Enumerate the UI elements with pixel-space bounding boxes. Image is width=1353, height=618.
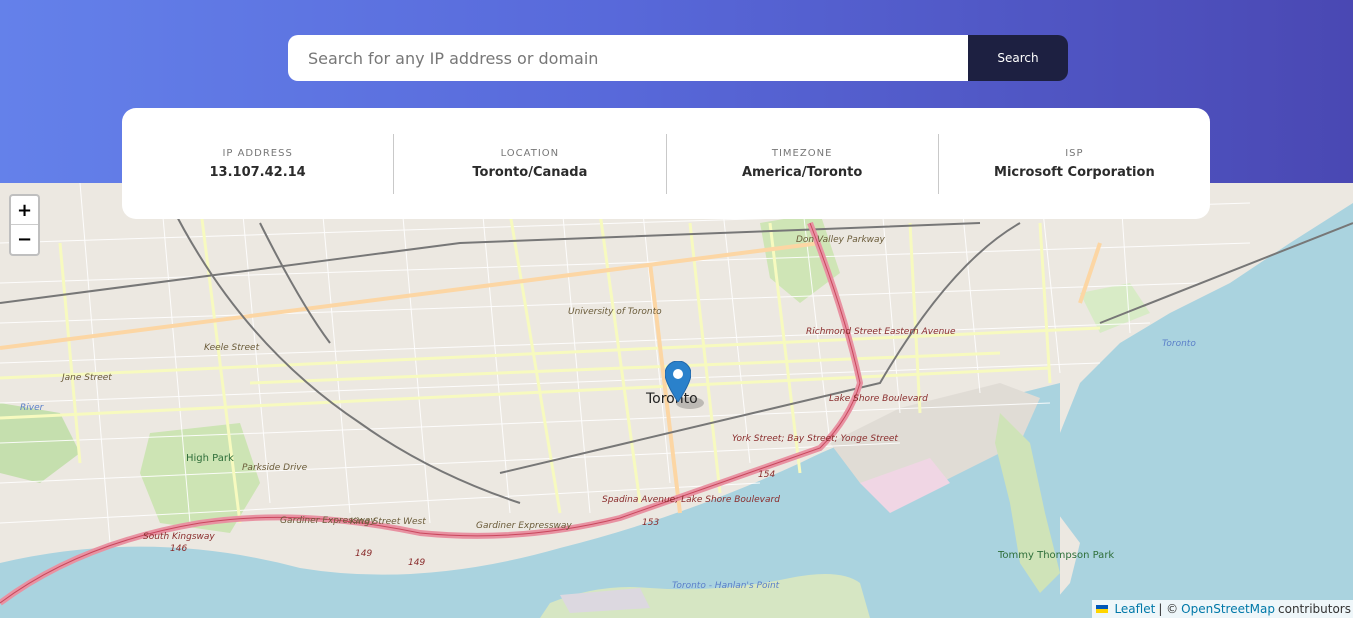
label-route-149-b: 149 xyxy=(408,558,426,568)
label-route-153: 153 xyxy=(642,518,660,528)
zoom-control: + − xyxy=(9,194,40,256)
label-lake-shore: Lake Shore Boulevard xyxy=(829,394,928,404)
isp-value: Microsoft Corporation xyxy=(994,164,1155,180)
ip-search-form: Search xyxy=(288,35,1068,81)
map-attribution: Leaflet | © OpenStreetMap contributors xyxy=(1092,600,1353,618)
timezone-label: TIMEZONE xyxy=(771,147,833,159)
label-river: River xyxy=(20,403,44,413)
ip-address-value: 13.107.42.14 xyxy=(209,164,306,180)
attribution-contributors: contributors xyxy=(1278,602,1351,616)
ip-info-card: IP ADDRESS 13.107.42.14 LOCATION Toronto… xyxy=(122,108,1210,219)
label-route-146: 146 xyxy=(170,544,188,554)
isp-label: ISP xyxy=(1065,147,1084,159)
label-high-park: High Park xyxy=(186,453,234,464)
label-richmond: Richmond Street Eastern Avenue xyxy=(806,327,956,337)
label-gardiner-expressway-2: Gardiner Expressway xyxy=(476,521,572,531)
location-value: Toronto/Canada xyxy=(472,164,588,180)
attribution-separator: | © xyxy=(1158,602,1179,616)
label-keele-street: Keele Street xyxy=(204,343,260,353)
label-king-street-west: King Street West xyxy=(350,517,426,527)
ip-address-label: IP ADDRESS xyxy=(222,147,293,159)
timezone-section: TIMEZONE America/Toronto xyxy=(667,133,939,194)
map-pin-icon[interactable] xyxy=(665,361,691,402)
zoom-out-button[interactable]: − xyxy=(11,225,38,254)
zoom-in-button[interactable]: + xyxy=(11,196,38,225)
timezone-value: America/Toronto xyxy=(741,164,863,180)
leaflet-link[interactable]: Leaflet xyxy=(1114,602,1155,616)
label-spadina: Spadina Avenue; Lake Shore Boulevard xyxy=(602,495,780,505)
search-button[interactable]: Search xyxy=(968,35,1068,81)
location-label: LOCATION xyxy=(500,147,560,159)
label-university: University of Toronto xyxy=(568,307,662,317)
label-don-valley-parkway: Don Valley Parkway xyxy=(796,235,885,245)
label-south-kingsway: South Kingsway xyxy=(143,532,215,542)
ukraine-flag-icon xyxy=(1096,605,1109,613)
label-jane-street: Jane Street xyxy=(62,373,112,383)
label-route-154: 154 xyxy=(758,470,776,480)
label-hanlans-point: Toronto - Hanlan's Point xyxy=(672,581,780,591)
label-route-149-a: 149 xyxy=(355,549,373,559)
ip-address-section: IP ADDRESS 13.107.42.14 xyxy=(122,133,395,194)
openstreetmap-link[interactable]: OpenStreetMap xyxy=(1181,602,1275,616)
label-toronto-water: Toronto xyxy=(1162,339,1196,349)
label-parkside-drive: Parkside Drive xyxy=(242,463,308,473)
location-section: LOCATION Toronto/Canada xyxy=(394,133,667,194)
label-tommy-thompson-park: Tommy Thompson Park xyxy=(998,550,1115,561)
search-input[interactable] xyxy=(288,35,968,81)
label-york-street: York Street; Bay Street; Yonge Street xyxy=(732,434,898,444)
isp-section: ISP Microsoft Corporation xyxy=(939,134,1210,194)
